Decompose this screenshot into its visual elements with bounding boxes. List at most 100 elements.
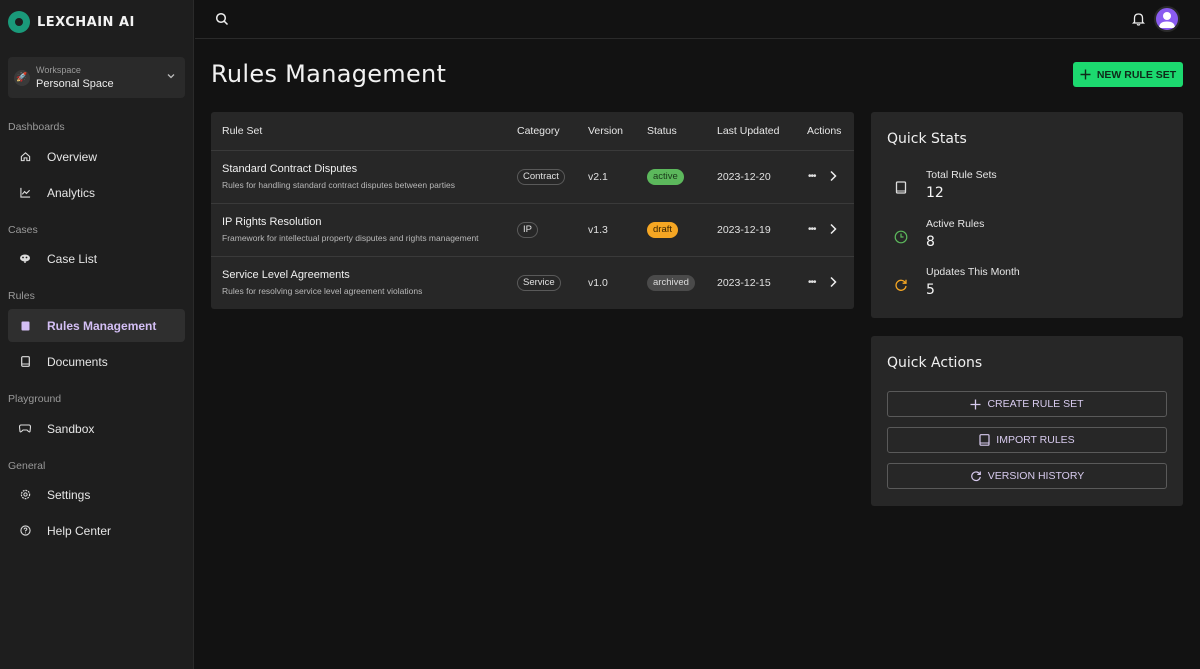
stat-label: Updates This Month xyxy=(926,266,1020,278)
gear-icon xyxy=(19,489,31,501)
last-updated: 2023-12-20 xyxy=(717,171,771,183)
logo[interactable]: LEXCHAIN AI xyxy=(8,11,135,33)
section-dashboards: Dashboards xyxy=(8,121,65,133)
sidebar-item-label: Settings xyxy=(47,487,91,502)
version: v1.0 xyxy=(588,277,608,289)
rules-table: Rule Set Category Version Status Last Up… xyxy=(211,112,854,309)
user-icon xyxy=(1159,12,1175,28)
sidebar: LEXCHAIN AI 🚀 Workspace Personal Space D… xyxy=(0,0,194,669)
import-rules-label: IMPORT RULES xyxy=(996,434,1075,446)
last-updated: 2023-12-15 xyxy=(717,277,771,289)
section-rules: Rules xyxy=(8,290,35,302)
category-chip: Service xyxy=(517,275,561,291)
stat-label: Active Rules xyxy=(926,218,985,230)
status-badge: draft xyxy=(647,222,679,238)
search-icon[interactable] xyxy=(215,12,229,26)
plus-icon xyxy=(1080,69,1091,80)
chevron-right-icon[interactable] xyxy=(829,223,837,235)
stat-value: 12 xyxy=(926,185,944,201)
chevron-right-icon[interactable] xyxy=(829,276,837,288)
quick-actions-title: Quick Actions xyxy=(887,355,983,371)
scale-icon xyxy=(19,253,31,265)
clock-icon xyxy=(894,230,908,244)
version-history-label: VERSION HISTORY xyxy=(987,470,1085,482)
sidebar-item-label: Overview xyxy=(47,149,98,164)
book-icon xyxy=(895,181,907,194)
stat-value: 5 xyxy=(926,282,935,298)
chevron-down-icon xyxy=(167,74,175,79)
plus-icon xyxy=(970,399,981,409)
sidebar-item-label: Case List xyxy=(47,251,98,266)
sidebar-item-settings[interactable]: Settings xyxy=(8,478,185,511)
sidebar-item-documents[interactable]: Documents xyxy=(8,345,185,378)
sidebar-item-case-list[interactable]: Case List xyxy=(8,242,185,275)
version: v2.1 xyxy=(588,171,608,183)
new-rule-set-button[interactable]: NEW RULE SET xyxy=(1073,62,1183,87)
column-header-rule-set[interactable]: Rule Set xyxy=(222,112,262,151)
sidebar-item-label: Help Center xyxy=(47,523,112,538)
table-row[interactable]: Service Level Agreements Rules for resol… xyxy=(211,256,854,309)
refresh-icon xyxy=(895,279,907,291)
user-avatar[interactable] xyxy=(1154,6,1180,32)
stat-updates-this-month: Updates This Month 5 xyxy=(871,265,1183,305)
column-header-category[interactable]: Category xyxy=(517,112,560,151)
stat-label: Total Rule Sets xyxy=(926,169,997,181)
column-header-status[interactable]: Status xyxy=(647,112,677,151)
document-icon xyxy=(19,356,31,368)
book-icon xyxy=(19,320,31,332)
stat-value: 8 xyxy=(926,234,935,250)
table-row[interactable]: Standard Contract Disputes Rules for han… xyxy=(211,150,854,203)
version: v1.3 xyxy=(588,224,608,236)
column-header-version[interactable]: Version xyxy=(588,112,623,151)
gamepad-icon xyxy=(19,423,31,435)
quick-actions-card: Quick Actions CREATE RULE SET IMPORT RUL… xyxy=(871,336,1183,506)
new-rule-set-label: NEW RULE SET xyxy=(1096,68,1177,81)
column-header-actions: Actions xyxy=(807,125,842,137)
create-rule-set-label: CREATE RULE SET xyxy=(987,398,1084,410)
workspace-name: Personal Space xyxy=(36,77,114,90)
quick-stats-card: Quick Stats Total Rule Sets 12 Active Ru… xyxy=(871,112,1183,318)
import-rules-button[interactable]: IMPORT RULES xyxy=(887,427,1167,453)
more-options-icon[interactable]: ••• xyxy=(808,171,816,182)
sidebar-item-rules-management[interactable]: Rules Management xyxy=(8,309,185,342)
section-cases: Cases xyxy=(8,224,38,236)
rule-set-description: Rules for handling standard contract dis… xyxy=(222,180,455,190)
section-playground: Playground xyxy=(8,393,62,405)
chevron-right-icon[interactable] xyxy=(829,170,837,182)
status-badge: archived xyxy=(647,275,695,291)
column-header-last-updated[interactable]: Last Updated xyxy=(717,112,779,151)
version-history-button[interactable]: VERSION HISTORY xyxy=(887,463,1167,489)
sidebar-item-help-center[interactable]: Help Center xyxy=(8,514,185,547)
sidebar-item-label: Sandbox xyxy=(47,421,95,436)
table-row[interactable]: IP Rights Resolution Framework for intel… xyxy=(211,203,854,256)
more-options-icon[interactable]: ••• xyxy=(808,224,816,235)
bell-icon[interactable] xyxy=(1132,12,1145,26)
section-general: General xyxy=(8,460,46,472)
chart-line-icon xyxy=(19,187,31,199)
stat-total-rule-sets: Total Rule Sets 12 xyxy=(871,168,1183,208)
sidebar-item-label: Analytics xyxy=(47,185,96,200)
status-badge: active xyxy=(647,169,684,185)
sidebar-item-analytics[interactable]: Analytics xyxy=(8,176,185,209)
category-chip: IP xyxy=(517,222,538,238)
rule-set-description: Framework for intellectual property disp… xyxy=(222,233,479,243)
home-icon xyxy=(19,151,31,163)
logo-icon xyxy=(8,11,30,33)
create-rule-set-button[interactable]: CREATE RULE SET xyxy=(887,391,1167,417)
book-icon xyxy=(979,434,990,446)
category-chip: Contract xyxy=(517,169,565,185)
more-options-icon[interactable]: ••• xyxy=(808,277,816,288)
sidebar-item-sandbox[interactable]: Sandbox xyxy=(8,412,185,445)
quick-stats-title: Quick Stats xyxy=(887,131,967,147)
rocket-icon: 🚀 xyxy=(14,69,30,86)
sidebar-item-overview[interactable]: Overview xyxy=(8,140,185,173)
stat-active-rules: Active Rules 8 xyxy=(871,217,1183,257)
sidebar-item-label: Documents xyxy=(47,354,108,369)
rule-set-name: Standard Contract Disputes xyxy=(222,163,358,175)
sidebar-item-label: Rules Management xyxy=(47,318,157,333)
refresh-icon xyxy=(970,471,981,482)
last-updated: 2023-12-19 xyxy=(717,224,771,236)
workspace-selector[interactable]: 🚀 Workspace Personal Space xyxy=(8,57,185,98)
rule-set-description: Rules for resolving service level agreem… xyxy=(222,286,423,296)
help-icon xyxy=(19,525,31,537)
